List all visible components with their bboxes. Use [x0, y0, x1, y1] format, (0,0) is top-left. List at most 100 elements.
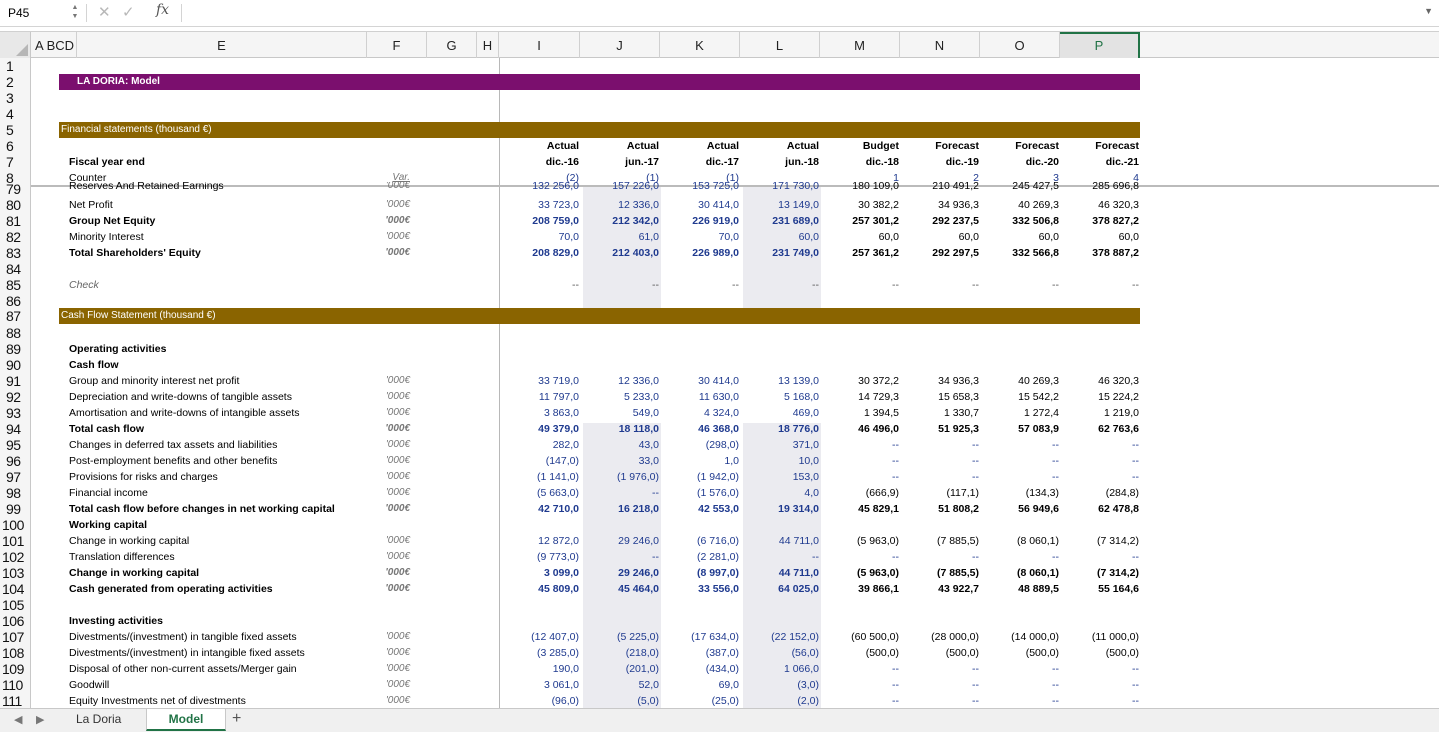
value-cell[interactable]: 4,0	[741, 485, 819, 501]
value-cell[interactable]: (5 963,0)	[821, 565, 899, 581]
value-cell[interactable]: (3 285,0)	[501, 645, 579, 661]
value-cell[interactable]: (387,0)	[661, 645, 739, 661]
column-header-n[interactable]: N	[900, 32, 980, 58]
row-header[interactable]: 95	[0, 437, 30, 453]
value-cell[interactable]: 1 394,5	[821, 405, 899, 421]
value-cell[interactable]: (2 281,0)	[661, 549, 739, 565]
value-cell[interactable]: 332 506,8	[981, 213, 1059, 229]
row-header[interactable]: 93	[0, 405, 30, 421]
value-cell[interactable]: (298,0)	[661, 437, 739, 453]
value-cell[interactable]: 30 382,2	[821, 197, 899, 213]
value-cell[interactable]: --	[741, 549, 819, 565]
row-header[interactable]: 83	[0, 245, 30, 261]
value-cell[interactable]: 60,0	[821, 229, 899, 245]
value-cell[interactable]: (7 314,2)	[1061, 565, 1139, 581]
value-cell[interactable]: --	[581, 277, 659, 293]
value-cell[interactable]: (3,0)	[741, 677, 819, 693]
value-cell[interactable]: 39 866,1	[821, 581, 899, 597]
value-cell[interactable]: 1 066,0	[741, 661, 819, 677]
row-label[interactable]: Investing activities	[69, 613, 163, 629]
value-cell[interactable]: --	[1061, 277, 1139, 293]
value-cell[interactable]: 371,0	[741, 437, 819, 453]
value-cell[interactable]: 46 496,0	[821, 421, 899, 437]
value-cell[interactable]: 18 118,0	[581, 421, 659, 437]
column-header-m[interactable]: M	[820, 32, 900, 58]
value-cell[interactable]: 212 342,0	[581, 213, 659, 229]
value-cell[interactable]: --	[1061, 677, 1139, 693]
value-cell[interactable]: 34 936,3	[901, 197, 979, 213]
value-cell[interactable]: (434,0)	[661, 661, 739, 677]
value-cell[interactable]: 282,0	[501, 437, 579, 453]
value-cell[interactable]: --	[901, 453, 979, 469]
row-label[interactable]: Check	[69, 277, 99, 293]
value-cell[interactable]: --	[901, 277, 979, 293]
value-cell[interactable]: (12 407,0)	[501, 629, 579, 645]
value-cell[interactable]: 30 372,2	[821, 373, 899, 389]
value-cell[interactable]: 52,0	[581, 677, 659, 693]
value-cell[interactable]: 33 556,0	[661, 581, 739, 597]
value-cell[interactable]: 5 168,0	[741, 389, 819, 405]
value-cell[interactable]: 13 149,0	[741, 197, 819, 213]
value-cell[interactable]: 292 237,5	[901, 213, 979, 229]
value-cell[interactable]: 10,0	[741, 453, 819, 469]
value-cell[interactable]: 45 464,0	[581, 581, 659, 597]
row-header[interactable]: 81	[0, 213, 30, 229]
value-cell[interactable]: (8 060,1)	[981, 533, 1059, 549]
value-cell[interactable]: 62 763,6	[1061, 421, 1139, 437]
value-cell[interactable]: --	[901, 469, 979, 485]
value-cell[interactable]: 44 711,0	[741, 565, 819, 581]
value-cell[interactable]: 212 403,0	[581, 245, 659, 261]
value-cell[interactable]: 285 696,8	[1061, 182, 1139, 192]
value-cell[interactable]: 60,0	[901, 229, 979, 245]
value-cell[interactable]: 30 414,0	[661, 373, 739, 389]
value-cell[interactable]: --	[981, 437, 1059, 453]
value-cell[interactable]: 1 219,0	[1061, 405, 1139, 421]
column-header-h[interactable]: H	[477, 32, 499, 58]
value-cell[interactable]: 49 379,0	[501, 421, 579, 437]
value-cell[interactable]: 64 025,0	[741, 581, 819, 597]
row-label[interactable]: Net Profit	[69, 197, 113, 213]
row-header[interactable]: 103	[0, 565, 30, 581]
value-cell[interactable]: (5 225,0)	[581, 629, 659, 645]
value-cell[interactable]: 190,0	[501, 661, 579, 677]
value-cell[interactable]: (5,0)	[581, 693, 659, 708]
column-header-g[interactable]: G	[427, 32, 477, 58]
value-cell[interactable]: 549,0	[581, 405, 659, 421]
value-cell[interactable]: 43,0	[581, 437, 659, 453]
value-cell[interactable]: 70,0	[501, 229, 579, 245]
value-cell[interactable]: 70,0	[661, 229, 739, 245]
row-header[interactable]: 7	[0, 154, 30, 170]
value-cell[interactable]: (500,0)	[981, 645, 1059, 661]
value-cell[interactable]: 40 269,3	[981, 197, 1059, 213]
value-cell[interactable]: (1 576,0)	[661, 485, 739, 501]
value-cell[interactable]: (8 997,0)	[661, 565, 739, 581]
row-label[interactable]: Disposal of other non-current assets/Mer…	[69, 661, 297, 677]
value-cell[interactable]: (201,0)	[581, 661, 659, 677]
row-header[interactable]: 105	[0, 597, 30, 613]
value-cell[interactable]: --	[821, 549, 899, 565]
value-cell[interactable]: (96,0)	[501, 693, 579, 708]
insert-function-icon[interactable]: fx	[156, 2, 169, 18]
name-box-stepper[interactable]: ▲ ▼	[70, 3, 80, 23]
value-cell[interactable]: 18 776,0	[741, 421, 819, 437]
row-label[interactable]: Change in working capital	[69, 533, 189, 549]
value-cell[interactable]: --	[1061, 661, 1139, 677]
row-label[interactable]: Total cash flow before changes in net wo…	[69, 501, 335, 517]
row-header[interactable]: 5	[0, 122, 30, 138]
value-cell[interactable]: --	[1061, 693, 1139, 708]
value-cell[interactable]: 132 256,0	[501, 182, 579, 192]
value-cell[interactable]: 51 925,3	[901, 421, 979, 437]
value-cell[interactable]: (7 885,5)	[901, 565, 979, 581]
value-cell[interactable]: --	[821, 437, 899, 453]
value-cell[interactable]: 40 269,3	[981, 373, 1059, 389]
column-header-o[interactable]: O	[980, 32, 1060, 58]
value-cell[interactable]: --	[581, 485, 659, 501]
value-cell[interactable]: 34 936,3	[901, 373, 979, 389]
value-cell[interactable]: 62 478,8	[1061, 501, 1139, 517]
value-cell[interactable]: --	[981, 549, 1059, 565]
value-cell[interactable]: 55 164,6	[1061, 581, 1139, 597]
value-cell[interactable]: 30 414,0	[661, 197, 739, 213]
row-header[interactable]: 99	[0, 501, 30, 517]
value-cell[interactable]: (500,0)	[821, 645, 899, 661]
value-cell[interactable]: 15 658,3	[901, 389, 979, 405]
